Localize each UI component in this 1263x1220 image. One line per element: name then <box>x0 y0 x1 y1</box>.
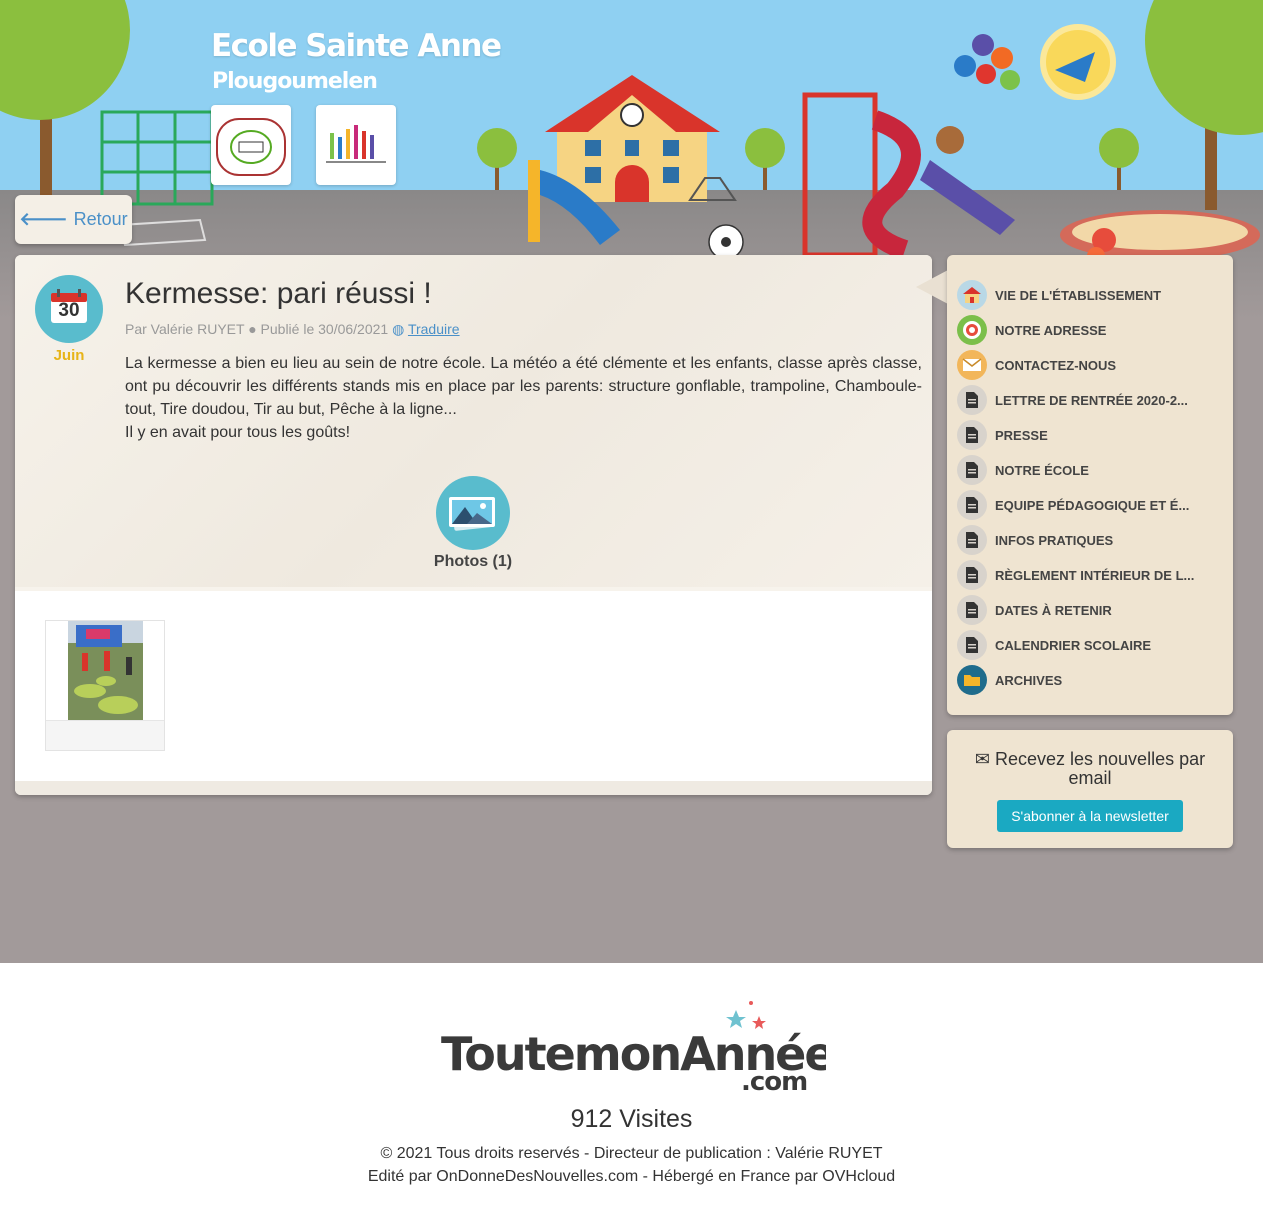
copyright-text: © 2021 Tous droits reservés - Directeur … <box>380 1145 883 1162</box>
photo-thumbnail[interactable] <box>45 620 165 751</box>
back-button[interactable]: 🡐 Retour <box>15 195 132 244</box>
document-icon <box>957 525 987 555</box>
newsletter-title-text: Recevez les nouvelles par email <box>994 749 1206 788</box>
article-meta: Par Valérie RUYET ● Publié le 30/06/2021… <box>125 321 460 338</box>
subscribe-newsletter-button[interactable]: S'abonner à la newsletter <box>997 800 1183 832</box>
sidebar-item-label: VIE DE L'ÉTABLISSEMENT <box>995 287 1162 303</box>
sidebar-item-label: NOTRE ÉCOLE <box>995 462 1089 478</box>
article-author-date: Par Valérie RUYET ● Publié le 30/06/2021 <box>125 321 389 337</box>
footer: ToutemonAnnée .com 912 Visites © 2021 To… <box>0 963 1263 1220</box>
folder-icon <box>957 665 987 695</box>
document-icon <box>957 490 987 520</box>
sidebar-menu: VIE DE L'ÉTABLISSEMENT NOTRE ADRESSE CON… <box>947 255 1233 715</box>
sidebar-item-lettre-rentree[interactable]: LETTRE DE RENTRÉE 2020-2... <box>957 384 1227 416</box>
ecole-sainte-anne-logo[interactable] <box>211 105 291 185</box>
newsletter-title: ✉ Recevez les nouvelles par email <box>957 750 1223 788</box>
globe-icon: ◍ <box>392 321 405 337</box>
sidebar-pointer <box>916 270 948 304</box>
photos-icon <box>436 476 510 550</box>
sidebar-item-dates-a-retenir[interactable]: DATES À RETENIR <box>957 594 1227 626</box>
thumbnail-caption <box>46 720 164 750</box>
svg-text:.com: .com <box>741 1067 807 1093</box>
document-icon <box>957 595 987 625</box>
date-day: 30 <box>58 300 80 321</box>
document-icon <box>957 630 987 660</box>
sidebar-item-label: RÈGLEMENT INTÉRIEUR DE L... <box>995 567 1195 583</box>
sidebar-item-label: DATES À RETENIR <box>995 602 1112 618</box>
toutemonannee-logo[interactable]: ToutemonAnnée .com <box>441 998 826 1093</box>
sidebar-item-vie-etablissement[interactable]: VIE DE L'ÉTABLISSEMENT <box>957 279 1227 311</box>
translate-link[interactable]: Traduire <box>408 321 460 337</box>
photos-label: Photos (1) <box>433 553 513 570</box>
article-paragraph: Il y en avait pour tous les goûts! <box>125 424 351 441</box>
visit-counter: 912 Visites <box>570 1105 693 1133</box>
sidebar-item-notre-adresse[interactable]: NOTRE ADRESSE <box>957 314 1227 346</box>
header-scene: Ecole Sainte Anne Plougoumelen 🡐 Retour <box>0 0 1263 963</box>
document-icon <box>957 385 987 415</box>
target-icon <box>957 315 987 345</box>
school-icon <box>957 280 987 310</box>
edited-by-text: Edité par OnDonneDesNouvelles.com - Hébe… <box>367 1168 896 1185</box>
sidebar-item-reglement-interieur[interactable]: RÈGLEMENT INTÉRIEUR DE L... <box>957 559 1227 591</box>
article-card: 30 Juin Kermesse: pari réussi ! Par Valé… <box>15 255 932 795</box>
article-title: Kermesse: pari réussi ! <box>125 277 432 310</box>
document-icon <box>957 420 987 450</box>
back-button-label: Retour <box>73 209 128 229</box>
sidebar-item-contactez-nous[interactable]: CONTACTEZ-NOUS <box>957 349 1227 381</box>
diocese-logo[interactable] <box>316 105 396 185</box>
sidebar-item-label: CONTACTEZ-NOUS <box>995 357 1117 373</box>
school-name[interactable]: Ecole Sainte Anne <box>211 28 502 64</box>
date-month: Juin <box>53 347 85 364</box>
sidebar-item-equipe-pedagogique[interactable]: EQUIPE PÉDAGOGIQUE ET É... <box>957 489 1227 521</box>
sidebar-item-calendrier-scolaire[interactable]: CALENDRIER SCOLAIRE <box>957 629 1227 661</box>
article-body: La kermesse a bien eu lieu au sein de no… <box>125 352 922 444</box>
sidebar-item-label: PRESSE <box>995 427 1048 443</box>
article-footer-strip <box>15 781 932 795</box>
envelope-icon <box>957 350 987 380</box>
document-icon <box>957 455 987 485</box>
document-icon <box>957 560 987 590</box>
school-town: Plougoumelen <box>212 69 378 94</box>
sidebar-item-label: ARCHIVES <box>995 672 1063 688</box>
sidebar-item-label: INFOS PRATIQUES <box>995 532 1114 548</box>
arrow-left-icon: 🡐 <box>19 209 68 229</box>
article-paragraph: La kermesse a bien eu lieu au sein de no… <box>125 355 922 418</box>
kermesse-photo <box>68 621 143 721</box>
sidebar-item-label: LETTRE DE RENTRÉE 2020-2... <box>995 392 1188 408</box>
photos-button[interactable]: Photos (1) <box>425 475 521 571</box>
sidebar-item-label: CALENDRIER SCOLAIRE <box>995 637 1152 653</box>
newsletter-box: ✉ Recevez les nouvelles par email S'abon… <box>947 730 1233 848</box>
sidebar-item-presse[interactable]: PRESSE <box>957 419 1227 451</box>
sidebar-item-label: EQUIPE PÉDAGOGIQUE ET É... <box>995 497 1190 513</box>
envelope-icon: ✉ <box>974 749 990 769</box>
sidebar-item-archives[interactable]: ARCHIVES <box>957 664 1227 696</box>
sidebar-item-notre-ecole[interactable]: NOTRE ÉCOLE <box>957 454 1227 486</box>
sidebar-item-infos-pratiques[interactable]: INFOS PRATIQUES <box>957 524 1227 556</box>
sidebar-item-label: NOTRE ADRESSE <box>995 322 1107 338</box>
